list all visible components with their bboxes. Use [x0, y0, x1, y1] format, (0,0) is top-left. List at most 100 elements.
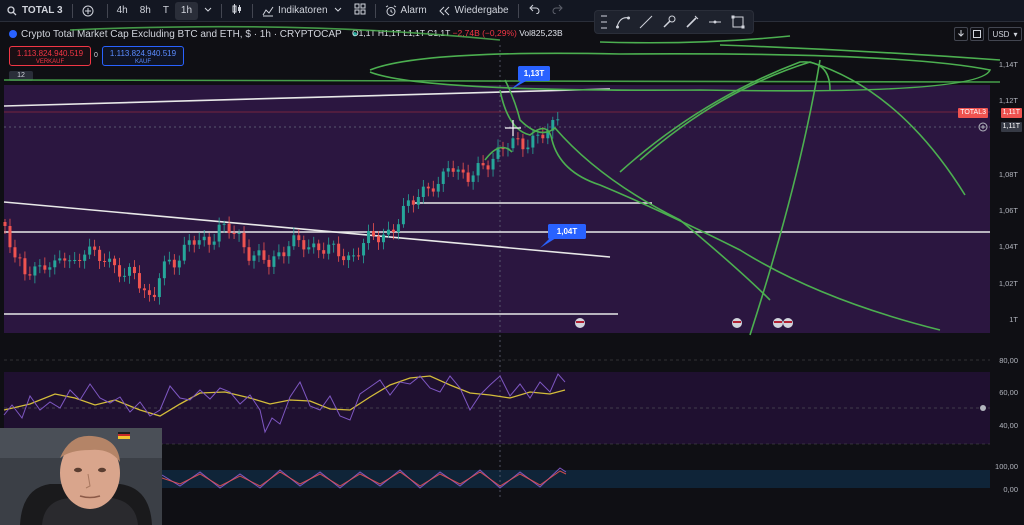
- candle-body: [416, 196, 420, 205]
- price-tick: 1,06T: [998, 206, 1018, 215]
- candle-body: [446, 168, 450, 172]
- candle-body: [88, 246, 92, 255]
- candle-body: [282, 252, 286, 257]
- candle-body: [391, 229, 395, 233]
- candle-body: [167, 259, 171, 262]
- candle-body: [471, 175, 475, 182]
- candle-body: [516, 138, 520, 140]
- candle-body: [8, 226, 12, 248]
- candle-body: [466, 172, 470, 182]
- candle-body: [13, 247, 17, 258]
- candle-body: [113, 258, 117, 266]
- candle-body: [28, 274, 32, 276]
- presenter-video: [0, 428, 162, 525]
- candle-body: [3, 222, 7, 226]
- candle-body: [93, 246, 97, 250]
- price-tick: 1,04T: [998, 242, 1018, 251]
- candle-body: [232, 233, 236, 235]
- candle-body: [147, 290, 151, 295]
- candle-body: [342, 256, 346, 261]
- candle-body: [172, 259, 176, 268]
- candle-body: [128, 266, 131, 276]
- low-callout: 1,04T: [548, 224, 586, 239]
- candle-body: [327, 244, 331, 254]
- candle-body: [556, 119, 560, 121]
- candle-body: [103, 261, 107, 263]
- candle-body: [63, 258, 67, 261]
- candle-body: [108, 258, 112, 262]
- candle-body: [137, 273, 141, 289]
- candle-body: [38, 265, 42, 267]
- candle-body: [217, 224, 221, 242]
- candle-body: [536, 134, 540, 136]
- candle-body: [386, 229, 390, 235]
- candle-body: [287, 246, 291, 257]
- candle-body: [118, 265, 122, 277]
- candle-body: [152, 294, 156, 298]
- candle-body: [357, 255, 361, 257]
- chart-band: [4, 85, 990, 333]
- candle-body: [222, 223, 226, 225]
- candle-body: [252, 255, 256, 261]
- candle-body: [461, 169, 465, 173]
- price-tick: 1,14T: [998, 60, 1018, 69]
- candle-body: [297, 235, 301, 241]
- webcam-overlay: [0, 428, 162, 525]
- candle-body: [267, 259, 271, 267]
- candle-body: [481, 163, 485, 166]
- candle-body: [347, 255, 351, 261]
- candle-body: [157, 278, 161, 298]
- candle-body: [317, 243, 321, 251]
- candle-body: [68, 260, 72, 262]
- candle-body: [426, 186, 430, 189]
- candle-body: [78, 259, 82, 261]
- candle-body: [202, 236, 206, 241]
- candle-body: [526, 147, 530, 150]
- rsi-tick: 40,00: [999, 421, 1018, 430]
- candle-body: [277, 252, 281, 257]
- candle-body: [23, 258, 27, 275]
- candle-body: [337, 243, 341, 257]
- candle-body: [162, 261, 166, 279]
- candle-body: [227, 223, 231, 234]
- candle-body: [123, 275, 127, 277]
- stoch-tick: 0,00: [1003, 485, 1018, 494]
- candle-body: [192, 240, 196, 245]
- candle-body: [322, 250, 326, 254]
- crosshair-price-badge: 1,11T: [1000, 122, 1022, 132]
- candle-body: [207, 236, 211, 245]
- candle-body: [352, 255, 356, 257]
- price-tick: 1T: [1009, 315, 1018, 324]
- candle-body: [362, 243, 366, 256]
- candle-body: [182, 244, 186, 261]
- candle-body: [98, 249, 102, 262]
- candle-body: [312, 243, 316, 248]
- candle-body: [43, 265, 47, 270]
- candle-body: [272, 256, 276, 267]
- price-tick: 1,12T: [998, 96, 1018, 105]
- symbol-price-badge: TOTAL3: [958, 108, 988, 118]
- candle-body: [521, 138, 525, 150]
- candle-body: [486, 165, 490, 170]
- candle-body: [48, 267, 52, 270]
- candle-body: [212, 241, 216, 245]
- candle-body: [257, 250, 261, 256]
- candle-body: [531, 135, 535, 148]
- pane-settings-icon[interactable]: [980, 405, 986, 411]
- candle-body: [247, 247, 251, 261]
- candle-body: [73, 259, 77, 261]
- candle-body: [332, 243, 336, 245]
- rsi-tick: 60,00: [999, 388, 1018, 397]
- candle-body: [83, 254, 87, 261]
- candle-body: [262, 250, 266, 260]
- stoch-tick: 100,00: [995, 462, 1018, 471]
- candle-body: [411, 200, 415, 205]
- candle-body: [18, 257, 22, 259]
- candle-body: [142, 288, 146, 291]
- candle-body: [197, 240, 201, 245]
- price-tick: 1,08T: [998, 170, 1018, 179]
- candle-body: [53, 260, 57, 268]
- candle-body: [401, 205, 405, 225]
- candle-body: [367, 231, 371, 244]
- candle-body: [242, 232, 246, 248]
